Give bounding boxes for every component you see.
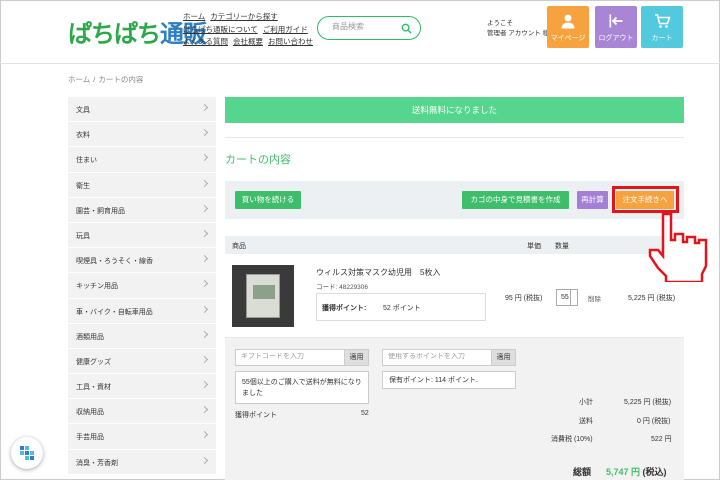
link-categories[interactable]: カテゴリーから探す — [210, 12, 278, 21]
chevron-right-icon — [200, 204, 209, 212]
sidebar-item[interactable]: 健康グッズ — [68, 348, 216, 375]
tax-label: 消費税 (10%) — [551, 436, 593, 443]
link-guide[interactable]: ご利用ガイド — [263, 25, 308, 34]
unit-price: 95 円 (税抜) — [505, 295, 543, 302]
category-sidebar: 文具 衣料 住まい 衛生 園芸・飼育用品 玩具 喫煙具・ろうそく・線香 キッチン… — [68, 97, 216, 475]
link-faq[interactable]: よくある質問 — [183, 37, 228, 46]
shipping-label: 送料 — [579, 418, 593, 425]
cart-button[interactable]: カート — [641, 6, 683, 48]
chevron-right-icon — [200, 330, 209, 338]
sidebar-item[interactable]: 手芸用品 — [68, 424, 216, 450]
top-links: ホーム カテゴリーから探す ぱちぱち通販について ご利用ガイド よくある質問 会社概要… — [183, 11, 318, 49]
breadcrumb-current: カートの内容 — [98, 75, 144, 84]
sidebar-item[interactable]: 園芸・飼育用品 — [68, 197, 216, 223]
grid-icon — [20, 446, 34, 460]
stepper-arrows[interactable] — [570, 290, 577, 305]
logout-icon — [609, 14, 623, 28]
chevron-right-icon — [200, 456, 209, 464]
subtotal-value: 5,225 円 (税抜) — [624, 399, 672, 406]
breadcrumb-home[interactable]: ホーム — [68, 75, 90, 84]
recalculate-button[interactable]: 再計算 — [577, 191, 608, 209]
points-field: 適用 — [382, 349, 516, 366]
continue-shopping-button[interactable]: 買い物を続ける — [235, 191, 301, 209]
held-points: 保有ポイント: 114 ポイント. — [382, 371, 516, 389]
chevron-right-icon — [200, 129, 209, 137]
tax-value: 522 円 — [651, 436, 672, 443]
breadcrumb: ホーム / カートの内容 — [68, 75, 144, 84]
header-unit-price: 単価 — [527, 243, 541, 250]
earned-points-box: 獲得ポイント: 52 ポイント — [316, 293, 486, 321]
chevron-right-icon — [200, 179, 209, 187]
sidebar-item[interactable]: 喫煙具・ろうそく・線香 — [68, 248, 216, 274]
sidebar-item[interactable]: 酒類用品 — [68, 323, 216, 349]
shipping-notice: 55個以上のご購入で送料が無料になりました — [235, 371, 369, 404]
search-icon[interactable] — [401, 23, 412, 34]
shipping-value: 0 円 (税抜) — [637, 418, 671, 425]
subtotal-label: 小計 — [579, 399, 593, 406]
sidebar-item[interactable]: キッチン用品 — [68, 273, 216, 299]
chevron-right-icon — [200, 280, 209, 288]
total-label: 総額 — [573, 467, 592, 477]
sidebar-item[interactable]: 消臭・芳香剤 — [68, 449, 216, 475]
link-about[interactable]: ぱちぱち通販について — [183, 25, 258, 34]
welcome-text: ようこそ 管理者 アカウント 様 — [487, 20, 550, 37]
points-input[interactable] — [388, 353, 483, 360]
chevron-right-icon — [200, 406, 209, 414]
cart-icon — [654, 14, 671, 28]
chevron-right-icon — [200, 255, 209, 263]
points-apply-button[interactable]: 適用 — [491, 350, 515, 365]
chevron-right-icon — [200, 103, 209, 112]
pointing-hand-icon — [648, 212, 708, 282]
create-quote-button[interactable]: カゴの中身で見積書を作成 — [462, 191, 569, 209]
sidebar-item[interactable]: 文具 — [68, 97, 216, 123]
sidebar-item[interactable]: 住まい — [68, 147, 216, 173]
sidebar-item[interactable]: 衛生 — [68, 172, 216, 198]
total-value: 5,747 円 (税込) — [606, 467, 667, 477]
chevron-right-icon — [200, 381, 209, 389]
search-box — [317, 16, 421, 40]
sidebar-item[interactable]: 車・バイク・自転車用品 — [68, 298, 216, 324]
cart-table-header: 商品 単価 数量 — [225, 236, 684, 254]
earned-points-value: 52 — [361, 410, 369, 417]
highlight-box — [612, 186, 679, 213]
chevron-right-icon — [200, 355, 209, 363]
gift-apply-button[interactable]: 適用 — [344, 350, 368, 365]
title-divider — [225, 137, 684, 138]
chevron-right-icon — [200, 431, 209, 439]
product-code: コード: 48229306 — [316, 284, 369, 291]
product-name[interactable]: ウィルス対策マスク幼児用 5枚入 — [316, 267, 440, 278]
quantity-stepper[interactable]: 55 — [556, 289, 578, 306]
gift-code-input[interactable] — [241, 353, 336, 360]
header-divider — [0, 63, 720, 64]
floating-menu-button[interactable] — [11, 437, 43, 469]
chevron-right-icon — [200, 229, 209, 237]
gift-code-field: 適用 — [235, 349, 369, 366]
page-title: カートの内容 — [225, 154, 291, 166]
search-input[interactable] — [332, 22, 402, 31]
link-contact[interactable]: お問い合わせ — [268, 37, 313, 46]
earned-points-label: 獲得ポイント — [235, 412, 277, 419]
sidebar-item[interactable]: 工具・資材 — [68, 374, 216, 400]
chevron-right-icon — [200, 154, 209, 162]
delete-link[interactable]: 削除 — [588, 293, 601, 303]
product-image[interactable] — [232, 265, 294, 327]
link-home[interactable]: ホーム — [183, 12, 205, 21]
chevron-right-icon — [200, 305, 209, 313]
header-qty: 数量 — [555, 243, 569, 250]
header-product: 商品 — [232, 243, 246, 250]
logout-button[interactable]: ログアウト — [595, 6, 637, 48]
sidebar-item[interactable]: 衣料 — [68, 122, 216, 148]
mypage-button[interactable]: マイページ — [547, 6, 589, 48]
sidebar-item[interactable]: 玩具 — [68, 222, 216, 249]
row-subtotal: 5,225 円 (税抜) — [628, 295, 676, 302]
user-icon — [561, 14, 575, 29]
free-shipping-banner: 送料無料になりました — [225, 97, 684, 123]
sidebar-item[interactable]: 収納用品 — [68, 399, 216, 425]
link-company[interactable]: 会社概要 — [233, 37, 263, 46]
